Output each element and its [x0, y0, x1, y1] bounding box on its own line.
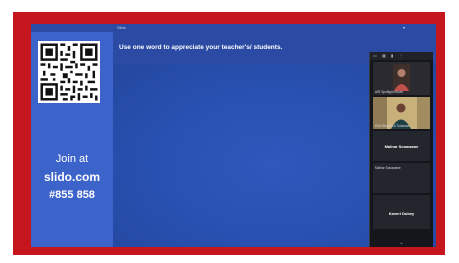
more-options-icon[interactable]: ⋮: [399, 53, 403, 59]
view-icon[interactable]: ▭: [373, 53, 377, 59]
participant-tile[interactable]: Malhar Sonawane: [373, 163, 430, 193]
participant-tile[interactable]: EDA Bharti KA Tulasima: [373, 97, 430, 129]
qr-code: [38, 41, 100, 103]
slido-join-sidebar: Join at slido.com #855 858: [31, 32, 113, 247]
join-at-label: Join at: [55, 153, 89, 165]
participant-name: Malhar Sonawane: [375, 166, 401, 170]
participant-tile[interactable]: Malhar Sonawane: [373, 131, 430, 161]
participant-tile[interactable]: AIR Spotlight Movie: [373, 62, 430, 95]
participant-name: Kaveri Dubey: [388, 211, 415, 216]
chevron-down-icon[interactable]: ⌄: [370, 240, 433, 247]
participant-name: AIR Spotlight Movie: [375, 90, 403, 94]
window-menu-caret[interactable]: ▾: [403, 24, 405, 32]
window-titlebar: Slido ▾: [31, 24, 436, 32]
event-code: #855 858: [49, 189, 95, 201]
grid-view-icon[interactable]: ▦: [382, 53, 386, 59]
participants-panel: ▭ ▦ ▮ ⋮ AIR Spotlight Movie EDA Bharti K…: [369, 52, 433, 247]
participant-name: Malhar Sonawane: [384, 144, 419, 149]
shared-screen: Slido ▾ Join at slido.com #855 858 Use o…: [31, 24, 436, 247]
poll-question: Use one word to appreciate your teacher'…: [119, 44, 283, 51]
join-domain: slido.com: [43, 170, 100, 184]
participant-tile[interactable]: Kaveri Dubey: [373, 195, 430, 229]
participants-toolbar: ▭ ▦ ▮ ⋮: [370, 52, 433, 60]
window-title: Slido: [117, 25, 126, 30]
pin-icon[interactable]: ▮: [391, 53, 393, 59]
participant-name: EDA Bharti KA Tulasima: [375, 124, 410, 128]
